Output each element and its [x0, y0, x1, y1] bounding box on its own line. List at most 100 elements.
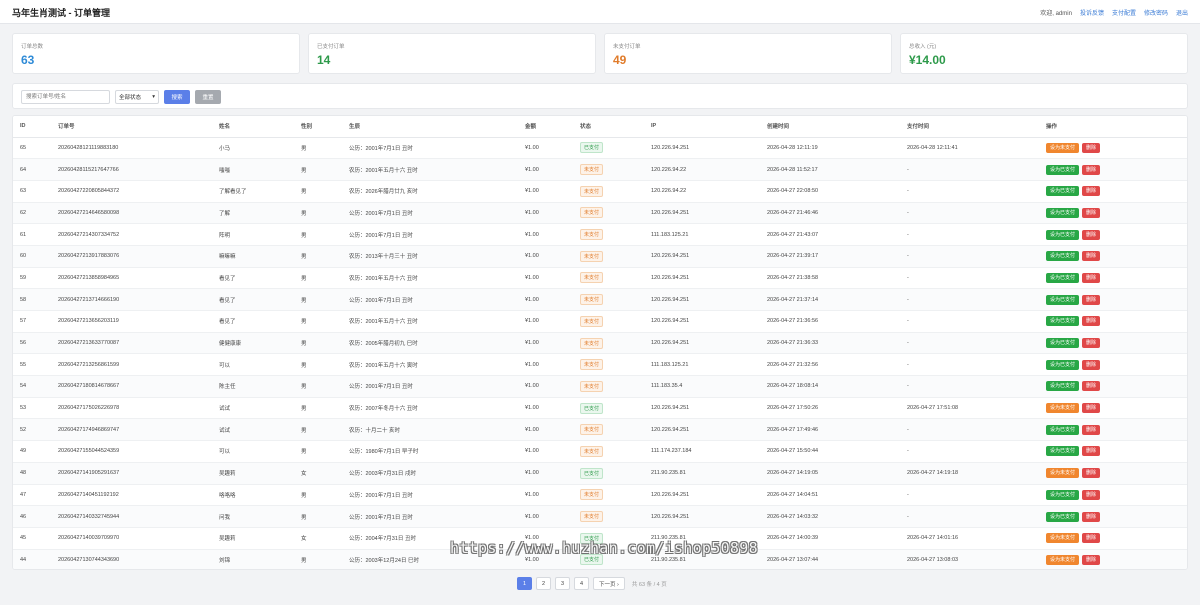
status-badge: 未支付	[580, 489, 604, 501]
cell-name: 小马	[219, 137, 301, 160]
mark-unpaid-button[interactable]: 设为未支付	[1046, 403, 1080, 414]
delete-button[interactable]: 删除	[1082, 229, 1101, 240]
search-button[interactable]: 搜索	[164, 90, 190, 104]
delete-button[interactable]: 删除	[1082, 403, 1101, 414]
cell-amount: ¥1.00	[525, 375, 580, 398]
cell-gender: 男	[301, 267, 349, 290]
mark-unpaid-button[interactable]: 设为未支付	[1046, 533, 1080, 544]
mark-paid-button[interactable]: 设为已支付	[1046, 251, 1080, 262]
mark-paid-button[interactable]: 设为已支付	[1046, 207, 1080, 218]
watermark-text: https://www.huzhan.com/ishop50898	[450, 539, 758, 557]
status-badge: 未支付	[580, 185, 604, 197]
page-button-1[interactable]: 1	[517, 577, 532, 590]
mark-paid-button[interactable]: 设为已支付	[1046, 489, 1080, 500]
cell-created: 2026-04-27 15:50:44	[767, 440, 907, 463]
cell-ip: 120.226.94.251	[651, 137, 767, 160]
stat-card-total-orders: 订单总数 63	[12, 33, 300, 74]
table-row: 59 20260427213858984965 看见了男农历：2001年五月十六 丑…	[13, 267, 1187, 290]
delete-button[interactable]: 删除	[1082, 338, 1101, 349]
status-badge: 未支付	[580, 359, 604, 371]
cell-paytime: -	[907, 353, 1046, 377]
payment-config-link[interactable]: 支付配置	[1112, 8, 1136, 17]
delete-button[interactable]: 删除	[1082, 207, 1101, 218]
cell-id: 58	[13, 288, 58, 311]
cell-order: 20260427214307334752	[58, 223, 219, 246]
cell-name: 看见了	[219, 267, 301, 290]
mark-unpaid-button[interactable]: 设为未支付	[1046, 142, 1080, 153]
mark-unpaid-button[interactable]: 设为未支付	[1046, 468, 1080, 479]
delete-button[interactable]: 删除	[1082, 446, 1101, 457]
cell-order: 20260427213633770087	[58, 332, 219, 355]
table-row: 57 20260427213656203119 看见了男农历：2001年五月十六 丑…	[13, 310, 1187, 333]
mark-paid-button[interactable]: 设为已支付	[1046, 316, 1080, 327]
chevron-down-icon: ▾	[152, 94, 155, 100]
cell-created: 2026-04-28 12:11:19	[767, 137, 907, 160]
page-button-4[interactable]: 4	[574, 577, 589, 590]
cell-paytime: 2026-04-27 14:19:18	[907, 462, 1046, 485]
cell-name: 了解	[219, 202, 301, 225]
page-button-2[interactable]: 2	[536, 577, 551, 590]
feedback-link[interactable]: 投诉反馈	[1080, 8, 1104, 17]
logout-link[interactable]: 退出	[1176, 8, 1188, 17]
mark-paid-button[interactable]: 设为已支付	[1046, 381, 1080, 392]
table-row: 53 20260427175026226978 试试男农历：2007年冬月十六 丑时…	[13, 397, 1187, 420]
delete-button[interactable]: 删除	[1082, 468, 1101, 479]
cell-actions: 设为已支付 删除	[1046, 202, 1187, 225]
cell-amount: ¥1.00	[525, 505, 580, 528]
delete-button[interactable]: 删除	[1082, 294, 1101, 305]
delete-button[interactable]: 删除	[1082, 489, 1101, 500]
delete-button[interactable]: 删除	[1082, 186, 1101, 197]
status-badge: 未支付	[580, 445, 604, 457]
cell-paytime: -	[907, 267, 1046, 290]
delete-button[interactable]: 删除	[1082, 554, 1101, 565]
cell-status: 未支付	[580, 202, 651, 225]
page-button-3[interactable]: 3	[555, 577, 570, 590]
delete-button[interactable]: 删除	[1082, 424, 1101, 435]
stat-value: 63	[21, 53, 35, 67]
cell-birth: 农历：2005年腊月初九 巳时	[349, 332, 525, 355]
mark-paid-button[interactable]: 设为已支付	[1046, 446, 1080, 457]
mark-unpaid-button[interactable]: 设为未支付	[1046, 554, 1080, 565]
cell-order: 20260427213256861599	[58, 353, 219, 377]
mark-paid-button[interactable]: 设为已支付	[1046, 359, 1080, 370]
delete-button[interactable]: 删除	[1082, 533, 1101, 544]
delete-button[interactable]: 删除	[1082, 142, 1101, 153]
column-header: 操作	[1046, 116, 1187, 138]
cell-amount: ¥1.00	[525, 440, 580, 463]
table-row: 62 20260427214646580098 了解男公历：2001年7月1日 丑时…	[13, 202, 1187, 225]
cell-paytime: -	[907, 440, 1046, 463]
cell-status: 未支付	[580, 353, 651, 377]
reset-button[interactable]: 重置	[195, 90, 221, 104]
cell-amount: ¥1.00	[525, 418, 580, 442]
delete-button[interactable]: 删除	[1082, 164, 1101, 175]
filter-bar: 全部状态 ▾ 搜索 重置	[12, 83, 1188, 109]
delete-button[interactable]: 删除	[1082, 272, 1101, 283]
delete-button[interactable]: 删除	[1082, 359, 1101, 370]
delete-button[interactable]: 删除	[1082, 511, 1101, 522]
cell-paytime: -	[907, 180, 1046, 203]
status-badge: 未支付	[580, 164, 604, 176]
mark-paid-button[interactable]: 设为已支付	[1046, 511, 1080, 522]
change-password-link[interactable]: 修改密码	[1144, 8, 1168, 17]
mark-paid-button[interactable]: 设为已支付	[1046, 424, 1080, 435]
status-badge: 未支付	[580, 315, 604, 327]
cell-paytime: 2026-04-27 14:01:16	[907, 527, 1046, 550]
cell-gender: 女	[301, 462, 349, 485]
mark-paid-button[interactable]: 设为已支付	[1046, 186, 1080, 197]
delete-button[interactable]: 删除	[1082, 251, 1101, 262]
mark-paid-button[interactable]: 设为已支付	[1046, 294, 1080, 305]
status-select[interactable]: 全部状态 ▾	[115, 90, 159, 104]
cell-order: 20260427141905291637	[58, 462, 219, 485]
cell-gender: 男	[301, 397, 349, 420]
mark-paid-button[interactable]: 设为已支付	[1046, 229, 1080, 240]
status-badge: 已支付	[580, 402, 604, 414]
delete-button[interactable]: 删除	[1082, 381, 1101, 392]
mark-paid-button[interactable]: 设为已支付	[1046, 164, 1080, 175]
next-page-button[interactable]: 下一页 ›	[593, 577, 625, 590]
mark-paid-button[interactable]: 设为已支付	[1046, 272, 1080, 283]
cell-ip: 120.226.94.251	[651, 245, 767, 268]
delete-button[interactable]: 删除	[1082, 316, 1101, 327]
mark-paid-button[interactable]: 设为已支付	[1046, 338, 1080, 349]
search-input[interactable]	[21, 90, 110, 104]
status-badge: 未支付	[580, 229, 604, 241]
